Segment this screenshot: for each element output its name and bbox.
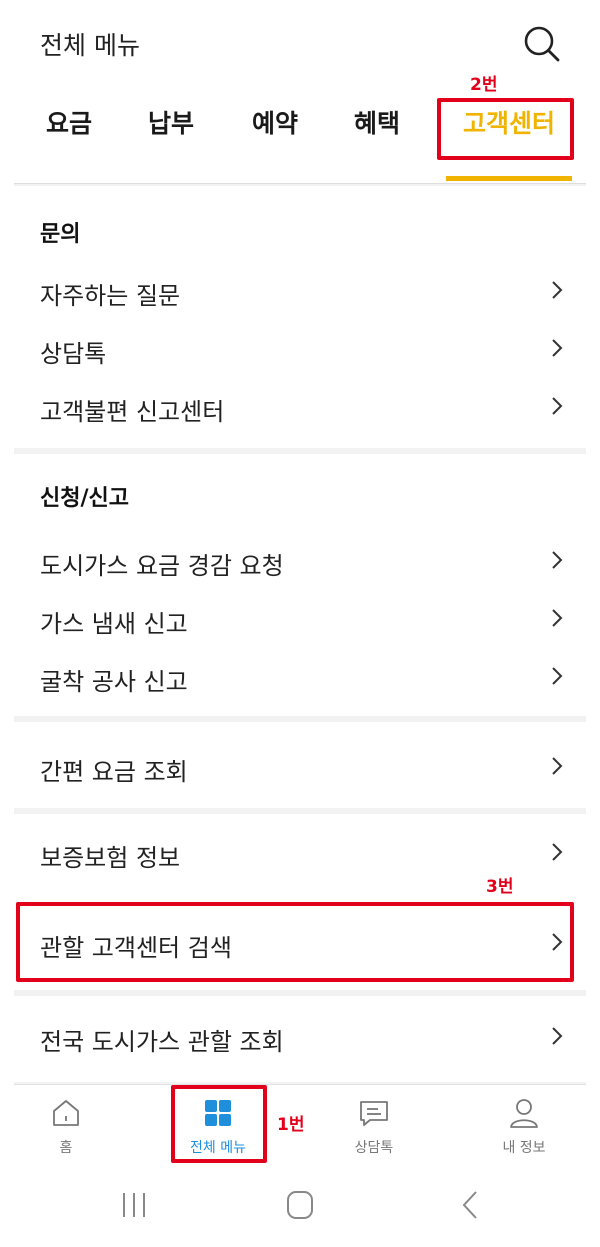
home-square-icon [287, 1191, 313, 1219]
chevron-right-icon [552, 1027, 563, 1045]
menu-item-chat[interactable]: 상담톡 [14, 322, 586, 374]
nav-my-info[interactable]: 내 정보 [464, 1085, 584, 1177]
home-icon [53, 1100, 79, 1126]
menu-item-complaint-center[interactable]: 고객불편 신고센터 [14, 380, 586, 432]
menu-item-nationwide-lookup[interactable]: 전국 도시가스 관할 조회 [14, 1010, 586, 1062]
annotation-box-3 [16, 902, 574, 982]
page-title: 전체 메뉴 [40, 31, 140, 60]
search-button[interactable] [520, 22, 564, 66]
nav-home[interactable]: 홈 [14, 1085, 126, 1177]
menu-item-fee-reduction[interactable]: 도시가스 요금 경감 요청 [14, 534, 586, 586]
back-button[interactable] [450, 1188, 490, 1222]
apply-section: 신청/신고 도시가스 요금 경감 요청 가스 냄새 신고 굴착 공사 신고 [14, 454, 586, 716]
menu-item-guarantee-insurance[interactable]: 보증보험 정보 [14, 826, 586, 878]
section-title-inquiry: 문의 [40, 222, 81, 247]
menu-item-label: 도시가스 요금 경감 요청 [40, 552, 284, 580]
chevron-right-icon [552, 551, 563, 569]
tab-benefit[interactable]: 혜택 [332, 102, 422, 182]
search-icon [524, 26, 560, 62]
menu-item-gas-smell-report[interactable]: 가스 냄새 신고 [14, 592, 586, 644]
annotation-label-2: 2번 [470, 75, 498, 95]
nationwide-card: 전국 도시가스 관할 조회 [14, 996, 586, 1082]
nav-chat[interactable]: 상담톡 [314, 1085, 434, 1177]
chevron-right-icon [552, 843, 563, 861]
chevron-right-icon [552, 667, 563, 685]
menu-item-label: 굴착 공사 신고 [40, 668, 188, 696]
tab-fee[interactable]: 요금 [24, 102, 114, 182]
menu-item-label: 자주하는 질문 [40, 282, 181, 310]
nav-label: 상담톡 [354, 1140, 394, 1156]
active-tab-indicator [446, 176, 572, 181]
nav-label: 내 정보 [502, 1140, 546, 1156]
recent-apps-button[interactable] [114, 1188, 154, 1222]
menu-item-label: 전국 도시가스 관할 조회 [40, 1028, 284, 1056]
phone-screen: 전체 메뉴 요금 납부 예약 혜택 고객센터 문의 자주하는 질문 상담톡 고객… [14, 14, 586, 1234]
annotation-label-3: 3번 [486, 877, 514, 897]
chevron-right-icon [552, 281, 563, 299]
menu-item-quick-fee-lookup[interactable]: 간편 요금 조회 [14, 740, 586, 792]
chevron-right-icon [552, 609, 563, 627]
chevron-right-icon [552, 339, 563, 357]
tab-reservation[interactable]: 예약 [230, 102, 320, 182]
annotation-label-1: 1번 [277, 1115, 305, 1135]
chat-icon [360, 1101, 388, 1126]
chevron-right-icon [552, 397, 563, 415]
menu-item-label: 보증보험 정보 [40, 844, 181, 872]
annotation-box-1 [171, 1085, 267, 1163]
quick-fee-card: 간편 요금 조회 [14, 722, 586, 808]
menu-item-label: 상담톡 [40, 340, 107, 368]
user-icon [510, 1099, 538, 1128]
nav-label: 홈 [59, 1140, 73, 1156]
home-system-button[interactable] [280, 1188, 320, 1222]
menu-item-excavation-report[interactable]: 굴착 공사 신고 [14, 650, 586, 702]
menu-item-label: 고객불편 신고센터 [40, 398, 225, 426]
system-navigation-bar [14, 1176, 586, 1234]
annotation-box-2 [437, 98, 574, 160]
tab-payment[interactable]: 납부 [126, 102, 216, 182]
inquiry-section: 문의 자주하는 질문 상담톡 고객불편 신고센터 [14, 186, 586, 448]
menu-item-label: 간편 요금 조회 [40, 758, 188, 786]
recent-apps-icon [123, 1193, 145, 1217]
section-title-apply: 신청/신고 [40, 486, 129, 511]
chevron-right-icon [552, 757, 563, 775]
menu-item-faq[interactable]: 자주하는 질문 [14, 264, 586, 316]
menu-item-label: 가스 냄새 신고 [40, 610, 188, 638]
back-chevron-icon [462, 1191, 477, 1219]
